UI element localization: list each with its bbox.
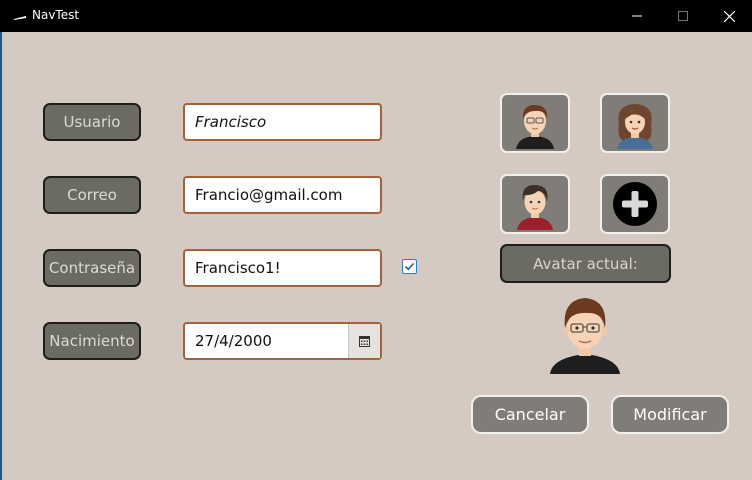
title-bar: NavTest (0, 0, 752, 32)
plus-circle-icon (613, 182, 657, 226)
calendar-icon (359, 335, 370, 347)
current-avatar-label: Avatar actual: (500, 244, 671, 283)
minimize-icon (632, 15, 642, 17)
username-label: Usuario (43, 103, 141, 141)
username-field[interactable]: Francisco (183, 103, 382, 141)
cancel-button[interactable]: Cancelar (471, 395, 589, 434)
calendar-button[interactable] (348, 324, 380, 358)
add-avatar-button[interactable] (600, 174, 670, 234)
password-value: Francisco1! (195, 259, 281, 277)
avatar-option-female[interactable] (600, 93, 670, 153)
avatar-option-male-glasses[interactable] (500, 93, 570, 153)
username-value: Francisco (195, 113, 267, 131)
birthdate-label: Nacimiento (43, 322, 141, 360)
email-label: Correo (43, 176, 141, 214)
password-field[interactable]: Francisco1! (183, 249, 382, 287)
birthdate-picker[interactable]: 27/4/2000 (183, 322, 382, 360)
maximize-icon (678, 11, 688, 21)
password-label: Contraseña (43, 249, 141, 287)
maximize-button[interactable] (660, 0, 706, 32)
show-password-checkbox[interactable] (402, 259, 417, 274)
avatar-option-male-red[interactable] (500, 174, 570, 234)
email-value: Francio@gmail.com (195, 186, 343, 204)
window-title: NavTest (32, 8, 80, 22)
modify-button[interactable]: Modificar (611, 395, 729, 434)
app-icon (14, 16, 26, 20)
minimize-button[interactable] (614, 0, 660, 32)
checkmark-icon (404, 262, 415, 271)
close-button[interactable] (706, 0, 752, 32)
avatar-female-icon (617, 104, 653, 149)
current-avatar-image (550, 298, 620, 374)
close-icon (723, 10, 735, 22)
email-field[interactable]: Francio@gmail.com (183, 176, 382, 214)
avatar-male-red-icon (517, 184, 553, 230)
birthdate-value: 27/4/2000 (195, 332, 272, 350)
avatar-male-glasses-icon (516, 105, 554, 149)
